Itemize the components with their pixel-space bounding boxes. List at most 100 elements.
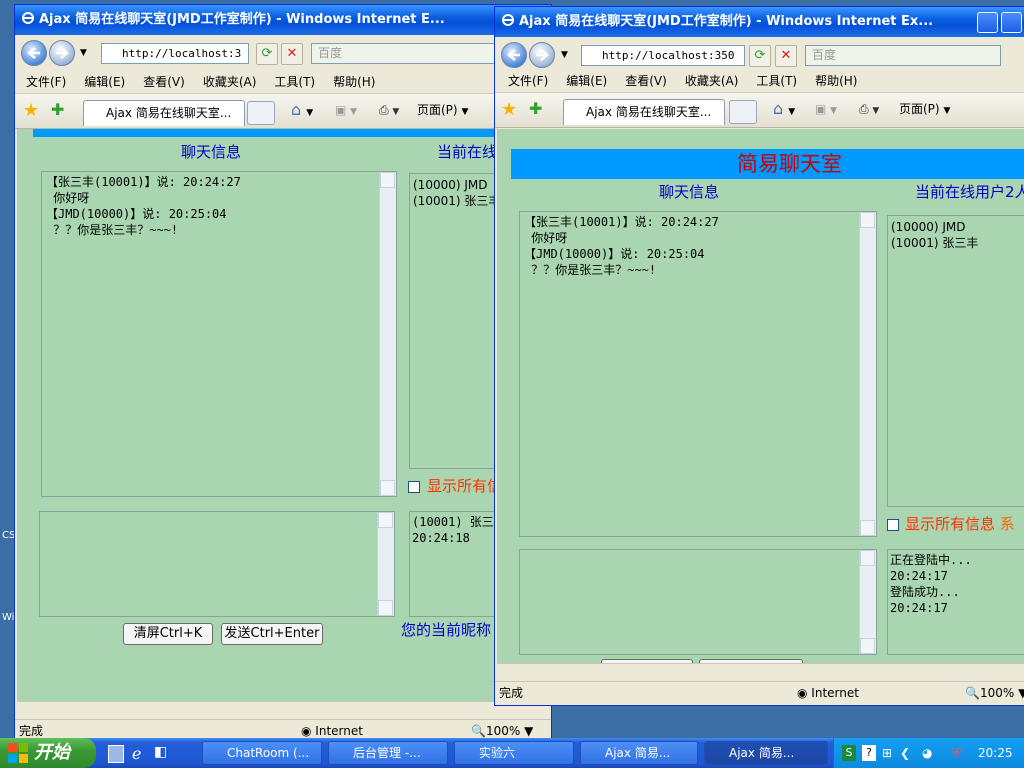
home-icon[interactable]: ⌂ ▼ (291, 100, 313, 123)
system-label: 系 (999, 515, 1015, 533)
chat-info-label: 聊天信息 (659, 183, 720, 201)
message-header: 【张三丰(10001)】说: 20:24:27 (524, 215, 719, 229)
add-favorite-icon[interactable]: ✚ (51, 100, 64, 119)
message-body: 你好呀 (524, 231, 568, 245)
tray-network-icon[interactable]: ⊞ (882, 738, 892, 768)
forward-button[interactable] (529, 42, 555, 68)
search-input[interactable]: 百度 (805, 45, 1001, 66)
menu-tools[interactable]: 工具(T) (747, 70, 806, 92)
horizontal-scrollbar[interactable] (497, 663, 1024, 681)
menu-help[interactable]: 帮助(H) (806, 70, 866, 92)
print-icon[interactable]: ⎙ ▼ (859, 99, 879, 121)
menu-edit[interactable]: 编辑(E) (557, 70, 616, 92)
system-message: 20:24:17 (890, 601, 948, 615)
menu-help[interactable]: 帮助(H) (324, 71, 384, 93)
favorites-star-icon[interactable]: ★ (23, 100, 39, 121)
menu-tools[interactable]: 工具(T) (265, 71, 324, 93)
tab-chatroom[interactable]: Ajax 简易在线聊天室... (563, 99, 725, 125)
start-button[interactable]: 开始 (0, 738, 96, 768)
windows-logo-icon (8, 743, 28, 763)
tray-shield-icon[interactable]: ⛨ (952, 738, 961, 768)
chat-messages-box[interactable]: 【张三丰(10001)】说: 20:24:27 你好呀 【JMD(10000)】… (41, 171, 397, 497)
menu-file[interactable]: 文件(F) (17, 71, 75, 93)
title-bar[interactable]: Ajax 简易在线聊天室(JMD工作室制作) - Windows Interne… (495, 7, 1024, 37)
input-scrollbar[interactable] (377, 512, 394, 616)
favorites-star-icon[interactable]: ★ (501, 99, 517, 120)
taskbar-item-folder[interactable]: 实验六 (454, 741, 574, 765)
clock: 20:25 (978, 746, 1013, 760)
minimize-button[interactable] (977, 12, 998, 33)
tray-help-icon[interactable]: ? (862, 745, 876, 761)
menu-view[interactable]: 查看(V) (616, 70, 676, 92)
taskbar-item-admin[interactable]: 后台管理 -... (328, 741, 448, 765)
taskbar-item-ajax-1[interactable]: Ajax 简易... (580, 741, 698, 765)
send-button[interactable]: 发送Ctrl+Enter (221, 623, 323, 645)
taskbar: 开始 ℯ ◧ ChatRoom (... 后台管理 -... 实验六 Ajax … (0, 738, 1024, 768)
refresh-button[interactable]: ⟳ (256, 43, 278, 65)
online-users-box[interactable]: (10000) JMD (10001) 张三丰 (887, 215, 1024, 507)
forward-arrow-icon (56, 47, 69, 59)
new-tab-button[interactable] (247, 101, 275, 125)
menu-file[interactable]: 文件(F) (499, 70, 557, 92)
tray-expand-icon[interactable]: ❮ (900, 738, 910, 768)
forward-button[interactable] (49, 40, 75, 66)
stop-button[interactable]: ✕ (775, 45, 797, 67)
rss-icon[interactable]: ▣ ▼ (815, 99, 837, 121)
show-all-checkbox[interactable] (408, 481, 420, 493)
message-input[interactable] (39, 511, 395, 617)
status-bar: 完成 ◉ Internet 🔍100% ▼ (15, 719, 551, 739)
menu-bar: 文件(F) 编辑(E) 查看(V) 收藏夹(A) 工具(T) 帮助(H) (495, 70, 1024, 93)
message-header: 【张三丰(10001)】说: 20:24:27 (46, 175, 241, 189)
back-button[interactable] (501, 42, 527, 68)
quicklaunch-ie-icon[interactable]: ℯ (132, 744, 141, 763)
tab-chatroom[interactable]: Ajax 简易在线聊天室... (83, 100, 245, 126)
home-icon[interactable]: ⌂ ▼ (773, 99, 795, 122)
quicklaunch-desktop-icon[interactable] (108, 745, 124, 763)
chat-info-label: 聊天信息 (181, 143, 242, 161)
online-user-item[interactable]: (10000) JMD (891, 219, 1024, 235)
chat-scrollbar[interactable] (859, 212, 876, 536)
taskbar-item-chatroom[interactable]: ChatRoom (... (202, 741, 322, 765)
menu-view[interactable]: 查看(V) (134, 71, 194, 93)
add-favorite-icon[interactable]: ✚ (529, 99, 542, 118)
window-title: Ajax 简易在线聊天室(JMD工作室制作) - Windows Interne… (39, 12, 445, 27)
input-scrollbar[interactable] (859, 550, 876, 654)
system-message: 20:24:17 (890, 569, 948, 583)
horizontal-scrollbar[interactable] (17, 701, 549, 719)
show-all-checkbox[interactable] (887, 519, 899, 531)
tray-qq-icon[interactable]: ◕ (922, 738, 932, 768)
online-users-label: 当前在线用户2人 (915, 183, 1024, 201)
history-dropdown-icon[interactable]: ▼ (80, 48, 87, 58)
ie-window-back[interactable]: Ajax 简易在线聊天室(JMD工作室制作) - Windows Interne… (14, 4, 552, 740)
menu-favorites[interactable]: 收藏夹(A) (194, 71, 266, 93)
online-user-item[interactable]: (10001) 张三丰 (891, 235, 1024, 251)
history-dropdown-icon[interactable]: ▼ (561, 50, 568, 60)
menu-edit[interactable]: 编辑(E) (75, 71, 134, 93)
message-input[interactable] (519, 549, 877, 655)
title-bar[interactable]: Ajax 简易在线聊天室(JMD工作室制作) - Windows Interne… (15, 5, 551, 35)
page-menu[interactable]: 页面(P) ▼ (417, 100, 468, 122)
room-title: 简易聊天室 (737, 152, 842, 176)
maximize-button[interactable] (1001, 12, 1022, 33)
clear-button[interactable]: 清屏Ctrl+K (123, 623, 213, 645)
print-icon[interactable]: ⎙ ▼ (379, 100, 399, 122)
chat-messages-box[interactable]: 【张三丰(10001)】说: 20:24:27 你好呀 【JMD(10000)】… (519, 211, 877, 537)
rss-icon[interactable]: ▣ ▼ (335, 100, 357, 122)
address-input[interactable]: http://localhost:3 (101, 43, 249, 64)
new-tab-button[interactable] (729, 100, 757, 124)
refresh-button[interactable]: ⟳ (749, 45, 771, 67)
address-input[interactable]: http://localhost:350 (581, 45, 745, 66)
chat-scrollbar[interactable] (379, 172, 396, 496)
quicklaunch-media-icon[interactable]: ◧ (154, 744, 167, 760)
taskbar-item-ajax-2[interactable]: Ajax 简易... (704, 741, 828, 765)
stop-button[interactable]: ✕ (281, 43, 303, 65)
zoom-level[interactable]: 🔍100% ▼ (471, 720, 533, 739)
menu-favorites[interactable]: 收藏夹(A) (676, 70, 748, 92)
page-menu[interactable]: 页面(P) ▼ (899, 99, 950, 121)
back-button[interactable] (21, 40, 47, 66)
system-messages-box[interactable]: 正在登陆中... 20:24:17 登陆成功... 20:24:17 (887, 549, 1024, 655)
zoom-level[interactable]: 🔍100% ▼ (965, 682, 1024, 704)
ie-window-front[interactable]: Ajax 简易在线聊天室(JMD工作室制作) - Windows Interne… (494, 6, 1024, 706)
page-content: 简易聊天室 聊天信息 当前在线用户2人 【张三丰(10001)】说: 20:24… (497, 129, 1024, 663)
tray-icon-s[interactable]: S (842, 745, 856, 761)
